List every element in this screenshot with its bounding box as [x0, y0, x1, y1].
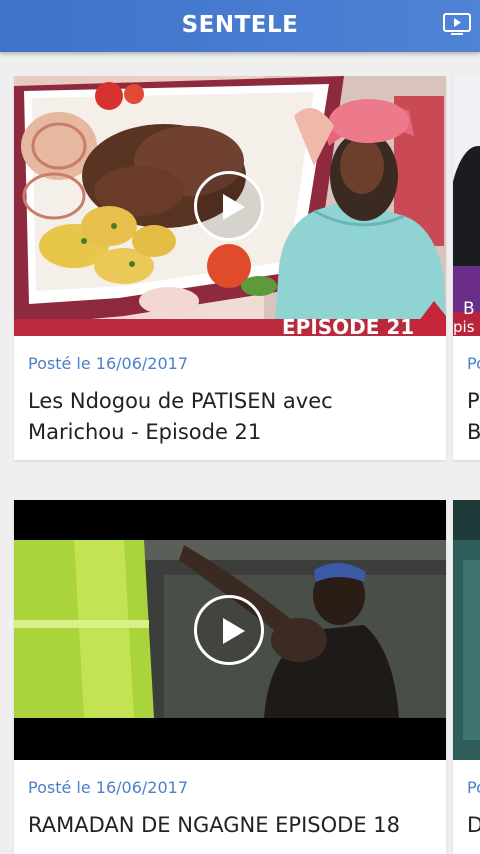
post-date: Po — [467, 778, 480, 797]
video-title[interactable]: RAMADAN DE NGAGNE EPISODE 18 — [28, 810, 433, 841]
video-thumbnail[interactable]: EPISODE 21 — [14, 76, 446, 336]
video-title[interactable]: B — [467, 417, 480, 448]
video-feed[interactable]: EPISODE 21 Posté le 16/06/2017 Les Ndogo… — [0, 52, 480, 854]
post-date: Posté le 16/06/2017 — [28, 778, 188, 797]
video-card[interactable]: EPISODE 21 Posté le 16/06/2017 Les Ndogo… — [14, 76, 446, 460]
play-icon[interactable] — [194, 595, 264, 665]
play-icon[interactable] — [194, 171, 264, 241]
video-row: Posté le 16/06/2017 RAMADAN DE NGAGNE EP… — [0, 500, 480, 854]
post-date: Posté le 16/06/2017 — [28, 354, 188, 373]
video-row: EPISODE 21 Posté le 16/06/2017 Les Ndogo… — [0, 76, 480, 462]
episode-caption: EPISODE 21 — [282, 315, 414, 336]
video-card[interactable]: Posté le 16/06/2017 RAMADAN DE NGAGNE EP… — [14, 500, 446, 854]
video-thumbnail[interactable]: B pis — [453, 76, 480, 336]
peek-thumb-text: B — [463, 299, 475, 319]
video-thumbnail[interactable] — [453, 500, 480, 760]
app-title: SENTELE — [181, 12, 299, 38]
tv-play-icon[interactable] — [442, 12, 472, 38]
video-title[interactable]: Les Ndogou de PATISEN avec Marichou - Ep… — [28, 386, 433, 448]
app-bar: SENTELE — [0, 0, 480, 52]
video-title[interactable]: D — [467, 810, 480, 841]
video-thumbnail[interactable] — [14, 500, 446, 760]
post-date: Po — [467, 354, 480, 373]
video-card-peek[interactable]: Po D — [453, 500, 480, 854]
peek-thumb-text: pis — [453, 318, 475, 336]
video-title[interactable]: P — [467, 386, 480, 417]
video-card-peek[interactable]: B pis Po P B — [453, 76, 480, 460]
